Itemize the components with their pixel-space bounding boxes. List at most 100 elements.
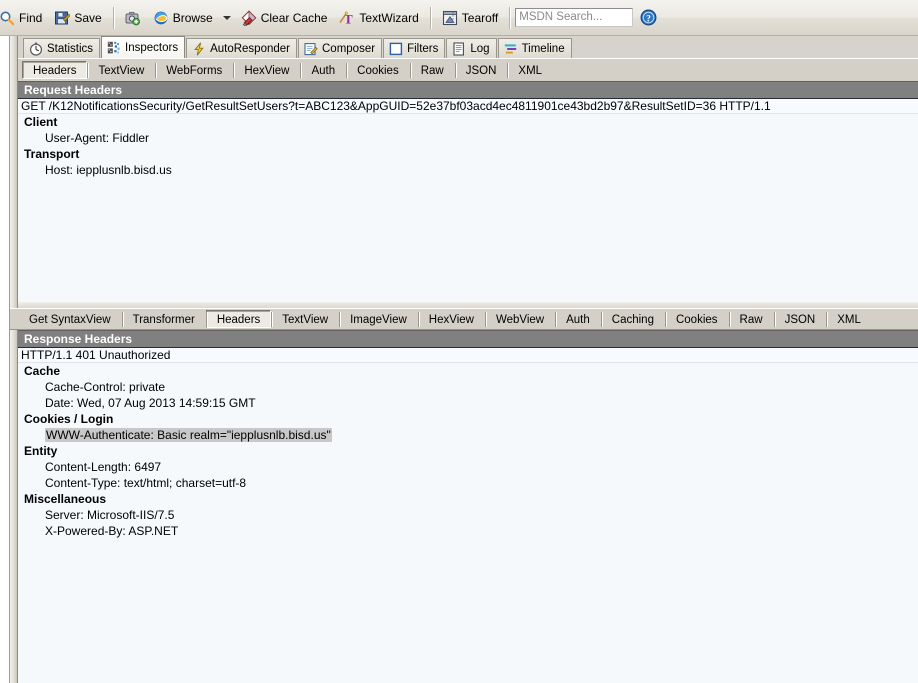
autoresponder-icon [192,42,206,56]
save-button-label: Save [74,10,102,25]
text-wizard-icon: T [339,10,355,26]
header-item[interactable]: Content-Length: 6497 [18,459,918,475]
header-item[interactable]: Content-Type: text/html; charset=utf-8 [18,475,918,491]
request-tab-auth[interactable]: Auth [300,61,346,79]
save-icon [54,10,71,26]
request-line[interactable]: GET /K12NotificationsSecurity/GetResultS… [18,98,918,114]
request-tab-headers[interactable]: Headers [22,61,88,79]
response-tab-textview[interactable]: TextView [271,310,339,328]
response-inspector-panel: Response Headers HTTP/1.1 401 Unauthoriz… [18,330,918,683]
header-item[interactable]: User-Agent: Fiddler [18,130,918,146]
log-icon [452,41,466,56]
browse-button-label: Browse [172,10,213,25]
capture-traffic-button[interactable] [119,4,147,32]
tab-timeline-label: Timeline [521,42,565,55]
chevron-down-icon[interactable] [222,15,231,20]
clear-cache-button[interactable]: Clear Cache [235,4,334,32]
response-tab-caching[interactable]: Caching [600,310,665,328]
toolbar-separator-2 [429,6,431,29]
toolbar-separator-3 [509,6,511,29]
header-item[interactable]: WWW-Authenticate: Basic realm="iepplusnl… [18,427,918,443]
header-item[interactable]: Host: iepplusnlb.bisd.us [18,162,918,178]
tab-filters[interactable]: Filters [383,38,446,58]
tab-statistics-label: Statistics [47,42,94,55]
timeline-icon [504,42,518,56]
response-tab-webview[interactable]: WebView [484,310,555,328]
response-tab-imageview[interactable]: ImageView [339,310,418,328]
request-tab-strip: Headers TextView WebForms HexView Auth Cookie… [18,58,918,81]
request-tab-webforms[interactable]: WebForms [155,61,233,79]
header-item[interactable]: Server: Microsoft-IIS/7.5 [18,507,918,523]
tab-log[interactable]: Log [446,38,497,58]
tab-composer[interactable]: Composer [298,38,383,58]
response-tab-raw[interactable]: Raw [728,310,774,328]
request-tab-textview[interactable]: TextView [87,61,155,79]
response-tab-headers[interactable]: Headers [205,310,272,328]
toolbar-separator-1 [112,6,114,29]
browse-icon [153,10,169,26]
session-list-edge [0,36,10,683]
header-group-title: Cache [24,364,61,378]
header-group-title: Cookies / Login [24,412,114,426]
main-tab-strip: Statistics Inspectors AutoResponder Comp… [18,36,918,58]
tab-composer-label: Composer [322,42,376,55]
tab-statistics[interactable]: Statistics [23,38,101,58]
header-group-title: Transport [24,147,80,161]
header-item[interactable]: X-Powered-By: ASP.NET [18,523,918,539]
capture-icon [125,10,141,26]
tearoff-button[interactable]: Tearoff [436,4,504,32]
response-tab-json[interactable]: JSON [773,310,827,328]
browse-button[interactable]: Browse [147,4,219,32]
request-tab-xml[interactable]: XML [507,61,553,79]
request-headers-title: Request Headers [18,81,918,98]
fiddler-window: Find Save Browse Clear Cache T TextWizar… [0,0,918,683]
response-status-line[interactable]: HTTP/1.1 401 Unauthorized [18,347,918,363]
tab-autoresponder[interactable]: AutoResponder [186,38,297,58]
request-tab-hexview[interactable]: HexView [233,61,300,79]
header-group-title: Entity [24,444,58,458]
header-group-title: Client [24,115,58,129]
main-toolbar: Find Save Browse Clear Cache T TextWizar… [0,0,918,36]
find-icon [0,10,15,26]
tab-inspectors[interactable]: Inspectors [101,36,186,58]
response-tab-cookies[interactable]: Cookies [664,310,729,328]
find-button[interactable]: Find [0,4,48,32]
request-headers-list[interactable]: Client User-Agent: Fiddler Transport Host: … [18,114,918,301]
tab-timeline[interactable]: Timeline [497,38,572,58]
find-button-label: Find [19,10,43,25]
tab-filters-label: Filters [407,42,439,55]
response-headers-list[interactable]: Cache Cache-Control: private Date: Wed, 07… [18,363,918,682]
clear-cache-icon [241,9,257,26]
text-wizard-button[interactable]: T TextWizard [333,4,424,32]
response-headers-title: Response Headers [18,330,918,347]
header-group-title: Miscellaneous [24,492,107,506]
response-tab-get-syntaxview[interactable]: Get SyntaxView [18,310,122,328]
request-tab-raw[interactable]: Raw [409,61,455,79]
response-tab-strip: Get SyntaxView Transformer Headers TextView… [10,308,918,330]
svg-text:?: ? [646,14,651,24]
composer-icon [304,42,318,56]
response-tab-transformer[interactable]: Transformer [121,310,206,328]
filters-icon [389,42,403,56]
header-item[interactable]: Date: Wed, 07 Aug 2013 14:59:15 GMT [18,395,918,411]
request-inspector-panel: Request Headers GET /K12NotificationsSec… [18,81,918,302]
header-item-highlighted: WWW-Authenticate: Basic realm="iepplusnl… [45,428,332,442]
response-tab-xml[interactable]: XML [826,310,872,328]
request-tab-json[interactable]: JSON [454,61,508,79]
request-tab-cookies[interactable]: Cookies [346,61,410,79]
statistics-icon [29,42,43,56]
msdn-search-input[interactable] [515,8,634,27]
tearoff-label: Tearoff [461,10,499,25]
help-icon[interactable]: ? [640,9,657,26]
inspectors-icon [107,41,121,55]
response-tab-hexview[interactable]: HexView [417,310,485,328]
save-button[interactable]: Save [48,4,107,32]
vertical-splitter[interactable] [10,36,18,683]
header-item[interactable]: Cache-Control: private [18,379,918,395]
clear-cache-label: Clear Cache [260,10,328,25]
tab-log-label: Log [470,42,490,55]
text-wizard-label: TextWizard [359,10,419,25]
tab-inspectors-label: Inspectors [125,41,179,54]
tearoff-icon [442,10,458,26]
response-tab-auth[interactable]: Auth [555,310,601,328]
